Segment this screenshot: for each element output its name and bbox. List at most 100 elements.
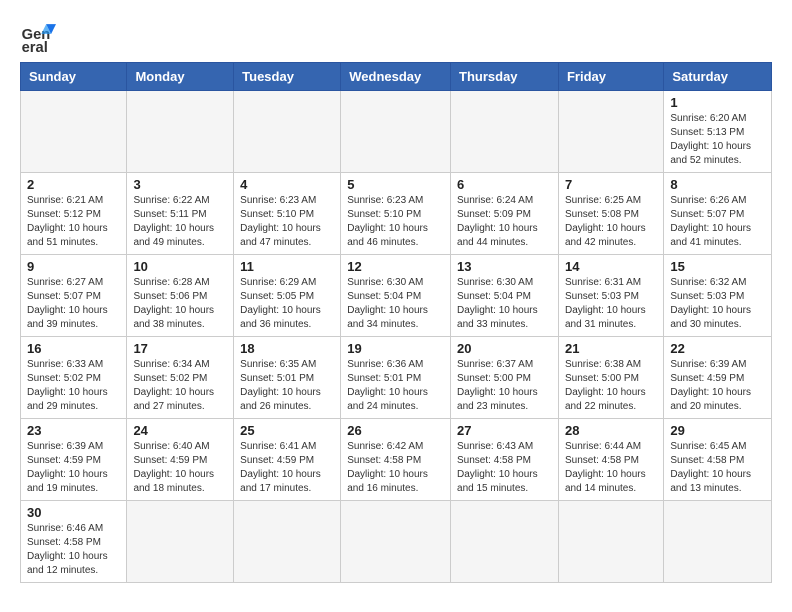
calendar-cell: 4 Sunrise: 6:23 AM Sunset: 5:10 PM Daylig… [234,173,341,255]
day-info: Sunrise: 6:43 AM Sunset: 4:58 PM Dayligh… [457,440,552,496]
calendar-cell: 23Sunrise: 6:39 AM Sunset: 4:59 PM Dayli… [21,419,127,501]
day-number: 12 [347,259,444,274]
day-number: 5 [347,177,444,192]
day-info: Sunrise: 6:23 AM Sunset: 5:10 PM Dayligh… [240,194,334,250]
logo: Gen eral [20,16,60,52]
day-info: Sunrise: 6:26 AM Sunset: 5:07 PM Dayligh… [670,194,765,250]
calendar-cell: 10 Sunrise: 6:28 AM Sunset: 5:06 PM Dayli… [127,255,234,337]
day-info: Sunrise: 6:31 AM Sunset: 5:03 PM Dayligh… [565,276,657,332]
calendar-week-6: 30 Sunrise: 6:46 AM Sunset: 4:58 PM Dayli… [21,501,772,583]
day-info: Sunrise: 6:33 AM Sunset: 5:02 PM Dayligh… [27,358,120,414]
calendar-cell [341,501,451,583]
weekday-friday: Friday [558,63,663,91]
weekday-sunday: Sunday [21,63,127,91]
calendar-cell: 22 Sunrise: 6:39 AM Sunset: 4:59 PM Dayli… [664,337,772,419]
calendar-cell: 6Sunrise: 6:24 AM Sunset: 5:09 PM Daylig… [451,173,559,255]
calendar-cell [558,91,663,173]
calendar-cell: 3 Sunrise: 6:22 AM Sunset: 5:11 PM Daylig… [127,173,234,255]
calendar-cell [127,91,234,173]
day-info: Sunrise: 6:40 AM Sunset: 4:59 PM Dayligh… [133,440,227,496]
day-number: 22 [670,341,765,356]
calendar-cell: 19 Sunrise: 6:36 AM Sunset: 5:01 PM Dayli… [341,337,451,419]
day-number: 30 [27,505,120,520]
day-number: 25 [240,423,334,438]
day-info: Sunrise: 6:35 AM Sunset: 5:01 PM Dayligh… [240,358,334,414]
svg-text:eral: eral [22,40,48,52]
calendar-cell: 25 Sunrise: 6:41 AM Sunset: 4:59 PM Dayli… [234,419,341,501]
day-info: Sunrise: 6:46 AM Sunset: 4:58 PM Dayligh… [27,522,120,578]
day-info: Sunrise: 6:44 AM Sunset: 4:58 PM Dayligh… [565,440,657,496]
calendar-cell [341,91,451,173]
day-number: 7 [565,177,657,192]
day-info: Sunrise: 6:23 AM Sunset: 5:10 PM Dayligh… [347,194,444,250]
calendar-cell: 18 Sunrise: 6:35 AM Sunset: 5:01 PM Dayli… [234,337,341,419]
calendar-cell: 24 Sunrise: 6:40 AM Sunset: 4:59 PM Dayli… [127,419,234,501]
calendar-cell [558,501,663,583]
day-number: 24 [133,423,227,438]
calendar-week-1: 1 Sunrise: 6:20 AM Sunset: 5:13 PM Daylig… [21,91,772,173]
calendar-cell: 12Sunrise: 6:30 AM Sunset: 5:04 PM Dayli… [341,255,451,337]
weekday-wednesday: Wednesday [341,63,451,91]
day-info: Sunrise: 6:42 AM Sunset: 4:58 PM Dayligh… [347,440,444,496]
day-number: 16 [27,341,120,356]
day-number: 13 [457,259,552,274]
calendar-cell: 26Sunrise: 6:42 AM Sunset: 4:58 PM Dayli… [341,419,451,501]
day-number: 17 [133,341,227,356]
day-info: Sunrise: 6:29 AM Sunset: 5:05 PM Dayligh… [240,276,334,332]
day-info: Sunrise: 6:20 AM Sunset: 5:13 PM Dayligh… [670,112,765,168]
weekday-tuesday: Tuesday [234,63,341,91]
day-number: 18 [240,341,334,356]
day-number: 14 [565,259,657,274]
calendar-cell: 5 Sunrise: 6:23 AM Sunset: 5:10 PM Daylig… [341,173,451,255]
calendar-cell [451,501,559,583]
day-number: 9 [27,259,120,274]
day-info: Sunrise: 6:37 AM Sunset: 5:00 PM Dayligh… [457,358,552,414]
day-info: Sunrise: 6:21 AM Sunset: 5:12 PM Dayligh… [27,194,120,250]
calendar-cell: 17 Sunrise: 6:34 AM Sunset: 5:02 PM Dayli… [127,337,234,419]
day-number: 15 [670,259,765,274]
calendar-cell: 16 Sunrise: 6:33 AM Sunset: 5:02 PM Dayli… [21,337,127,419]
calendar-cell: 15Sunrise: 6:32 AM Sunset: 5:03 PM Dayli… [664,255,772,337]
day-number: 10 [133,259,227,274]
day-number: 4 [240,177,334,192]
calendar-cell: 11Sunrise: 6:29 AM Sunset: 5:05 PM Dayli… [234,255,341,337]
calendar-week-3: 9 Sunrise: 6:27 AM Sunset: 5:07 PM Daylig… [21,255,772,337]
calendar-cell [664,501,772,583]
day-number: 19 [347,341,444,356]
logo-icon: Gen eral [20,16,56,52]
day-info: Sunrise: 6:27 AM Sunset: 5:07 PM Dayligh… [27,276,120,332]
day-number: 21 [565,341,657,356]
calendar-cell: 28 Sunrise: 6:44 AM Sunset: 4:58 PM Dayli… [558,419,663,501]
calendar-cell [234,501,341,583]
weekday-thursday: Thursday [451,63,559,91]
calendar-week-5: 23Sunrise: 6:39 AM Sunset: 4:59 PM Dayli… [21,419,772,501]
calendar-cell [451,91,559,173]
day-info: Sunrise: 6:45 AM Sunset: 4:58 PM Dayligh… [670,440,765,496]
day-number: 1 [670,95,765,110]
weekday-saturday: Saturday [664,63,772,91]
calendar-cell: 14 Sunrise: 6:31 AM Sunset: 5:03 PM Dayli… [558,255,663,337]
calendar-cell: 30 Sunrise: 6:46 AM Sunset: 4:58 PM Dayli… [21,501,127,583]
calendar-cell: 8 Sunrise: 6:26 AM Sunset: 5:07 PM Daylig… [664,173,772,255]
day-number: 28 [565,423,657,438]
day-info: Sunrise: 6:41 AM Sunset: 4:59 PM Dayligh… [240,440,334,496]
day-info: Sunrise: 6:38 AM Sunset: 5:00 PM Dayligh… [565,358,657,414]
day-number: 3 [133,177,227,192]
calendar-cell [234,91,341,173]
calendar-cell: 20 Sunrise: 6:37 AM Sunset: 5:00 PM Dayli… [451,337,559,419]
calendar-cell: 21 Sunrise: 6:38 AM Sunset: 5:00 PM Dayli… [558,337,663,419]
calendar-cell [21,91,127,173]
day-info: Sunrise: 6:36 AM Sunset: 5:01 PM Dayligh… [347,358,444,414]
day-info: Sunrise: 6:34 AM Sunset: 5:02 PM Dayligh… [133,358,227,414]
day-number: 8 [670,177,765,192]
day-number: 20 [457,341,552,356]
day-info: Sunrise: 6:39 AM Sunset: 4:59 PM Dayligh… [27,440,120,496]
calendar-cell: 7Sunrise: 6:25 AM Sunset: 5:08 PM Daylig… [558,173,663,255]
day-info: Sunrise: 6:22 AM Sunset: 5:11 PM Dayligh… [133,194,227,250]
calendar-cell: 9 Sunrise: 6:27 AM Sunset: 5:07 PM Daylig… [21,255,127,337]
calendar-week-2: 2Sunrise: 6:21 AM Sunset: 5:12 PM Daylig… [21,173,772,255]
calendar-cell [127,501,234,583]
day-info: Sunrise: 6:39 AM Sunset: 4:59 PM Dayligh… [670,358,765,414]
weekday-header-row: SundayMondayTuesdayWednesdayThursdayFrid… [21,63,772,91]
day-info: Sunrise: 6:28 AM Sunset: 5:06 PM Dayligh… [133,276,227,332]
